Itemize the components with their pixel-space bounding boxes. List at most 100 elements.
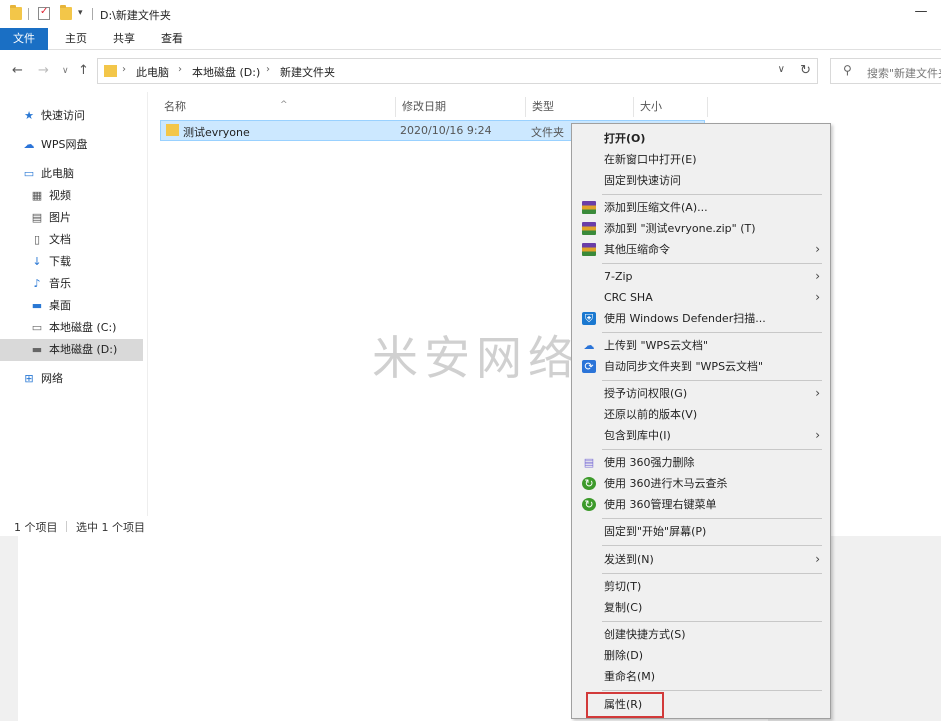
menu-item-7zip[interactable]: 7-Zip › [574,266,828,287]
cloud-upload-icon: ☁ [583,339,595,352]
chevron-down-icon[interactable]: ∨ [778,64,785,75]
chevron-right-icon: › [815,290,820,304]
tab-home[interactable]: 主页 [54,28,98,50]
breadcrumb-drive-d[interactable]: 本地磁盘 (D:) [192,64,260,80]
menu-item-pin-quick-access[interactable]: 固定到快速访问 [574,170,828,191]
folder-icon [166,124,179,136]
search-icon: ⚲ [843,63,852,77]
menu-item-open[interactable]: 打开(O) [574,128,828,149]
column-type[interactable]: 类型 [526,97,634,117]
nav-item-videos[interactable]: ▦ 视频 [30,185,71,207]
picture-icon: ▤ [31,211,43,224]
chevron-right-icon: › [815,428,820,442]
forward-arrow-icon[interactable]: → [38,63,49,78]
status-bar: 1 个项目 选中 1 个项目 [0,516,148,536]
sort-ascending-icon: ^ [280,100,288,110]
nav-item-documents[interactable]: ▯ 文档 [30,229,71,251]
menu-item-pin-start[interactable]: 固定到"开始"屏幕(P) [574,521,828,542]
menu-item-upload-wps[interactable]: ☁ 上传到 "WPS云文档" [574,335,828,356]
nav-item-quick-access[interactable]: ★ 快速访问 [22,105,85,127]
nav-item-desktop[interactable]: ▬ 桌面 [30,295,71,317]
back-arrow-icon[interactable]: ← [12,63,23,78]
menu-separator [602,380,822,381]
tab-share[interactable]: 共享 [102,28,146,50]
video-icon: ▦ [31,189,43,202]
360-icon: ↻ [582,477,596,490]
download-icon: ↓ [32,255,42,268]
menu-item-360-scan[interactable]: ↻ 使用 360进行木马云查杀 [574,473,828,494]
menu-item-sync-wps[interactable]: ⟳ 自动同步文件夹到 "WPS云文档" [574,356,828,377]
nav-item-wps-drive[interactable]: ☁ WPS网盘 [22,134,88,156]
menu-separator [602,518,822,519]
column-size[interactable]: 大小 [634,97,708,117]
chevron-right-icon: › [178,64,182,75]
column-date[interactable]: 修改日期 [396,97,526,117]
menu-item-crc-sha[interactable]: CRC SHA › [574,287,828,308]
nav-item-music[interactable]: ♪ 音乐 [30,273,71,295]
menu-item-send-to[interactable]: 发送到(N) › [574,549,828,570]
winrar-icon [582,243,596,256]
title-bar: ▾ D:\新建文件夹 — [0,0,941,28]
minimize-button[interactable]: — [911,4,931,22]
chevron-right-icon: › [815,269,820,283]
nav-item-this-pc[interactable]: ▭ 此电脑 [22,163,74,185]
nav-item-drive-d[interactable]: ▬ 本地磁盘 (D:) [0,339,143,361]
menu-separator [602,263,822,264]
menu-separator [602,621,822,622]
menu-item-360-manage[interactable]: ↻ 使用 360管理右键菜单 [574,494,828,515]
column-name[interactable]: 名称 ^ [158,97,396,117]
menu-item-360-delete[interactable]: ▤ 使用 360强力删除 [574,452,828,473]
menu-item-create-shortcut[interactable]: 创建快捷方式(S) [574,624,828,645]
new-folder-icon[interactable] [60,5,72,20]
menu-item-rename[interactable]: 重命名(M) [574,666,828,687]
drive-icon: ▭ [31,321,43,334]
menu-item-add-zip[interactable]: 添加到 "测试evryone.zip" (T) [574,218,828,239]
highlight-box [586,692,664,718]
shield-icon: ⛨ [582,312,596,325]
nav-item-pictures[interactable]: ▤ 图片 [30,207,71,229]
nav-item-downloads[interactable]: ↓ 下载 [30,251,71,273]
menu-separator [602,194,822,195]
menu-item-defender-scan[interactable]: ⛨ 使用 Windows Defender扫描... [574,308,828,329]
file-type: 文件夹 [531,126,564,139]
menu-item-other-compress[interactable]: 其他压缩命令 › [574,239,828,260]
up-arrow-icon[interactable]: ↑ [78,63,89,78]
window-title: D:\新建文件夹 [100,9,171,22]
navigation-bar: ← → ∨ ↑ › 此电脑 › 本地磁盘 (D:) › 新建文件夹 ∨ ↻ ⚲ … [0,50,941,92]
chevron-down-icon[interactable]: ∨ [62,66,69,76]
sync-icon: ⟳ [582,360,596,373]
divider [66,521,67,532]
drive-icon: ▬ [31,343,43,356]
menu-separator [602,690,822,691]
desktop-icon: ▬ [31,299,43,312]
breadcrumb-new-folder[interactable]: 新建文件夹 [280,64,335,80]
computer-icon: ▭ [23,167,35,180]
menu-item-add-archive[interactable]: 添加到压缩文件(A)... [574,197,828,218]
network-icon: ⊞ [24,372,34,385]
chevron-right-icon: › [815,242,820,256]
menu-item-open-new-window[interactable]: 在新窗口中打开(E) [574,149,828,170]
ribbon-tabs: 文件 主页 共享 查看 [0,28,941,50]
chevron-down-icon[interactable]: ▾ [78,8,83,18]
address-bar[interactable]: › 此电脑 › 本地磁盘 (D:) › 新建文件夹 ∨ ↻ [97,58,818,84]
watermark: 米安网络 [372,331,580,385]
menu-item-restore-versions[interactable]: 还原以前的版本(V) [574,404,828,425]
menu-separator [602,573,822,574]
menu-item-copy[interactable]: 复制(C) [574,597,828,618]
tab-file[interactable]: 文件 [0,28,48,50]
tab-view[interactable]: 查看 [150,28,194,50]
menu-item-include-library[interactable]: 包含到库中(I) › [574,425,828,446]
breadcrumb-this-pc[interactable]: 此电脑 [136,64,169,80]
search-box[interactable]: ⚲ 搜索"新建文件夹" [830,58,941,84]
menu-item-grant-access[interactable]: 授予访问权限(G) › [574,383,828,404]
music-icon: ♪ [33,277,41,290]
winrar-icon [582,222,596,235]
menu-item-cut[interactable]: 剪切(T) [574,576,828,597]
file-date: 2020/10/16 9:24 [400,124,492,137]
nav-item-drive-c[interactable]: ▭ 本地磁盘 (C:) [30,317,117,339]
menu-item-delete[interactable]: 删除(D) [574,645,828,666]
properties-icon[interactable] [38,6,50,20]
search-input[interactable]: 搜索"新建文件夹" [867,65,941,81]
refresh-icon[interactable]: ↻ [800,63,811,78]
nav-item-network[interactable]: ⊞ 网络 [22,368,63,390]
